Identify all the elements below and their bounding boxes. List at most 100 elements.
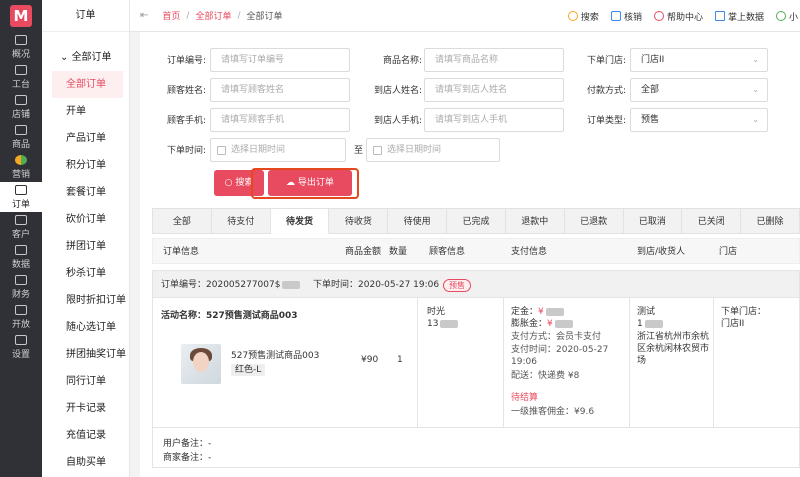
- redacted-mark: [545, 307, 564, 316]
- tab-all[interactable]: 全部: [152, 208, 212, 234]
- commission: 一级推客佣金：¥9.6: [511, 407, 595, 417]
- search-tool[interactable]: 搜索: [567, 10, 599, 23]
- sub-nav-item[interactable]: 砍价订单: [42, 206, 129, 233]
- nav-finance[interactable]: 财务: [0, 272, 42, 302]
- pay-select[interactable]: 全部 ⌄: [630, 78, 768, 102]
- goods-icon: [15, 124, 27, 135]
- sub-nav-item[interactable]: 全部订单: [52, 71, 123, 98]
- collapse-icon[interactable]: ⇤: [140, 10, 148, 21]
- nav-workbench[interactable]: 工台: [0, 62, 42, 92]
- sub-nav-item[interactable]: 秒杀订单: [42, 260, 129, 287]
- chevron-down-icon: ⌄: [752, 115, 759, 124]
- nav-store[interactable]: 店铺: [0, 92, 42, 122]
- nav-customers[interactable]: 客户: [0, 212, 42, 242]
- breadcrumb-home[interactable]: 首页: [162, 9, 180, 22]
- mini-program-tool[interactable]: 小: [775, 10, 798, 23]
- user-note: 用户备注：-: [163, 439, 212, 449]
- workbench-icon: [15, 64, 27, 75]
- sub-nav-item[interactable]: 开单: [42, 98, 129, 125]
- status-tabs: 全部 待支付 待发货 待收货 待使用 已完成 退款中 已退款 已取消 已关闭 已…: [152, 208, 800, 234]
- tab-to-receive[interactable]: 待收货: [329, 208, 389, 234]
- calendar-icon: [217, 146, 226, 155]
- col-store: 门店: [719, 247, 738, 257]
- redacted-mark: [644, 319, 663, 328]
- store-select[interactable]: 门店II ⌄: [630, 48, 768, 72]
- tab-completed[interactable]: 已完成: [447, 208, 506, 234]
- breadcrumb-current: 全部订单: [246, 12, 283, 22]
- pay-time: 支付时间：2020-05-27 19:06: [511, 345, 609, 367]
- arrival-name-input[interactable]: 请填写到店人姓名: [424, 78, 564, 102]
- gear-icon: [15, 334, 27, 345]
- mobile-data-tool[interactable]: 掌上数据: [714, 10, 764, 23]
- nav-marketing[interactable]: 营销: [0, 152, 42, 182]
- sub-nav-item[interactable]: 拼团抽奖订单: [42, 341, 129, 368]
- order-notes: 用户备注：- 商家备注：-: [152, 428, 800, 468]
- chevron-down-icon: ⌄: [752, 85, 759, 94]
- sub-nav-item[interactable]: 限时折扣订单: [42, 287, 129, 314]
- sub-nav-item[interactable]: 同行订单: [42, 368, 129, 395]
- chevron-down-icon: ⌄: [60, 52, 72, 63]
- nav-goods[interactable]: 商品: [0, 122, 42, 152]
- phone-input[interactable]: 请填写顾客手机: [210, 108, 350, 132]
- product-image[interactable]: [181, 344, 221, 384]
- tab-closed[interactable]: 已关闭: [682, 208, 742, 234]
- breadcrumb-sep: /: [186, 10, 190, 21]
- nav-open[interactable]: 开放: [0, 302, 42, 332]
- sub-nav-group[interactable]: ⌄ 全部订单: [42, 32, 129, 71]
- arrival-phone-input[interactable]: 请填写到店人手机: [424, 108, 564, 132]
- presale-badge: 预售: [443, 279, 471, 292]
- tab-cancelled[interactable]: 已取消: [623, 208, 683, 234]
- verify-tool[interactable]: 核销: [610, 10, 642, 23]
- tab-deleted[interactable]: 已删除: [741, 208, 800, 234]
- sub-nav-item[interactable]: 随心选订单: [42, 314, 129, 341]
- time-to-label: 至: [354, 146, 364, 156]
- customer-input[interactable]: 请填写顾客姓名: [210, 78, 350, 102]
- sub-nav-item[interactable]: 充值记录: [42, 422, 129, 449]
- redacted-mark: [554, 319, 573, 328]
- tab-unpaid[interactable]: 待支付: [211, 208, 271, 234]
- sub-nav-item[interactable]: 拼团订单: [42, 233, 129, 260]
- time-start-input[interactable]: 选择日期时间: [210, 138, 346, 162]
- nav-data[interactable]: 数据: [0, 242, 42, 272]
- order-no-label: 订单编号:: [166, 56, 206, 66]
- col-receiver: 到店/收货人: [637, 247, 686, 257]
- nav-overview[interactable]: 概况: [0, 32, 42, 62]
- open-icon: [15, 304, 27, 315]
- filter-row: 顾客姓名: 请填写顾客姓名 到店人姓名: 请填写到店人姓名 付款方式: 全部 ⌄: [140, 78, 800, 104]
- sub-nav-item[interactable]: 产品订单: [42, 125, 129, 152]
- deposit: 定金：¥: [511, 306, 564, 318]
- sub-nav-item[interactable]: 开卡记录: [42, 395, 129, 422]
- product-name[interactable]: 527预售测试商品003: [231, 350, 319, 362]
- order-header: 订单编号：202005277007$ 下单时间：2020-05-27 19:06…: [152, 270, 800, 298]
- highlight-box: [251, 168, 359, 199]
- filter-row: 下单时间: 选择日期时间 至 选择日期时间: [140, 138, 800, 164]
- time-end-input[interactable]: 选择日期时间: [366, 138, 500, 162]
- breadcrumb-orders[interactable]: 全部订单: [195, 9, 231, 22]
- help-tool[interactable]: 帮助中心: [653, 10, 703, 23]
- settle-status: 待结算: [511, 393, 539, 403]
- nav-settings[interactable]: 设置: [0, 332, 42, 362]
- tab-to-ship[interactable]: 待发货: [270, 208, 330, 234]
- order-no-input[interactable]: 请填写订单编号: [210, 48, 350, 72]
- tab-refunding[interactable]: 退款中: [505, 208, 565, 234]
- customers-icon: [15, 214, 27, 225]
- type-label: 订单类型:: [586, 116, 626, 126]
- divider: [503, 298, 504, 428]
- phone-label: 顾客手机:: [166, 116, 206, 126]
- top-bar: ⇤ 首页 / 全部订单 / 全部订单 搜索 核销 帮助中心 掌上数据 小: [130, 0, 800, 32]
- app: M 概况 工台 店铺 商品 营销 订单 客户 数据 财务 开放 设置 订单 ⌄ …: [0, 0, 800, 477]
- col-customer: 顾客信息: [429, 247, 466, 257]
- table-header: 订单信息 商品金额 数量 顾客信息 支付信息 到店/收货人 门店: [152, 238, 800, 264]
- chevron-down-icon: ⌄: [752, 55, 759, 64]
- order-store: 门店II: [721, 319, 745, 329]
- type-select[interactable]: 预售 ⌄: [630, 108, 768, 132]
- sub-nav-item[interactable]: 自助买单: [42, 449, 129, 476]
- product-input[interactable]: 请填写商品名称: [424, 48, 564, 72]
- sub-nav-item[interactable]: 套餐订单: [42, 179, 129, 206]
- tab-refunded[interactable]: 已退款: [564, 208, 624, 234]
- sub-nav-item[interactable]: 积分订单: [42, 152, 129, 179]
- left-nav: M 概况 工台 店铺 商品 营销 订单 客户 数据 财务 开放 设置: [0, 0, 42, 477]
- tab-to-use[interactable]: 待使用: [388, 208, 448, 234]
- time-label: 下单时间:: [166, 146, 206, 156]
- nav-orders[interactable]: 订单: [0, 182, 42, 212]
